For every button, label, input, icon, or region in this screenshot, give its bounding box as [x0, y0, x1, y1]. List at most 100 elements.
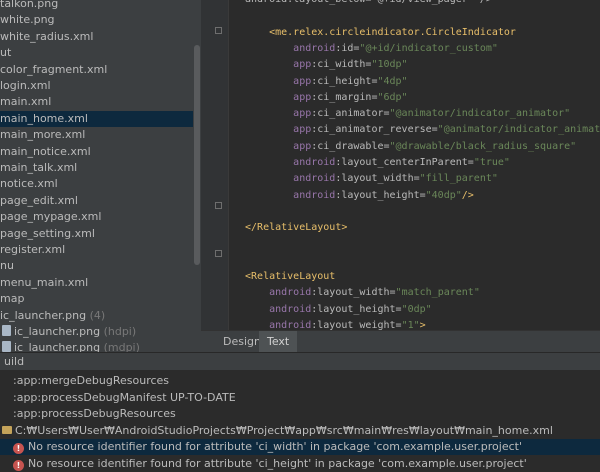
- build-output-text: :app:mergeDebugResources: [13, 374, 170, 387]
- tree-item-label: main_notice.xml: [0, 144, 91, 158]
- tree-item[interactable]: nu: [0, 258, 193, 274]
- tree-item-label: map: [0, 292, 25, 306]
- tree-item[interactable]: main_notice.xml: [0, 144, 193, 160]
- code-token-ns: app: [293, 140, 312, 152]
- tree-item[interactable]: white_radius.xml: [0, 29, 193, 45]
- tree-item[interactable]: talkon.png: [0, 0, 193, 12]
- tree-item[interactable]: page_mypage.xml: [0, 209, 193, 225]
- tree-item[interactable]: ut: [0, 45, 193, 61]
- fold-marker-icon[interactable]: [215, 27, 222, 34]
- code-token-val: "0dp": [401, 303, 432, 315]
- code-token-tag: RelativeLayout: [257, 222, 342, 234]
- code-token-ns: android: [293, 173, 336, 185]
- code-line[interactable]: app:ci_height="4dp": [245, 74, 408, 90]
- tree-item-label: page_mypage.xml: [0, 210, 102, 224]
- tree-item[interactable]: notice.xml: [0, 176, 193, 192]
- code-line[interactable]: android:layout_height="0dp": [245, 302, 432, 318]
- code-token-attr: :ci_margin=: [311, 91, 378, 103]
- tree-item[interactable]: main.xml: [0, 94, 193, 110]
- code-token-attr: :ci_width=: [311, 59, 372, 71]
- code-line[interactable]: android:layout_width="fill_parent": [245, 171, 498, 187]
- tree-item[interactable]: white.png: [0, 12, 193, 28]
- code-line[interactable]: <me.relex.circleindicator.CircleIndicato…: [245, 25, 516, 41]
- tree-item-label: ic_launcher.png: [14, 341, 101, 352]
- code-line[interactable]: app:ci_drawable="@drawable/black_radius_…: [245, 139, 576, 155]
- code-line[interactable]: android:id="@+id/indicator_custom": [245, 41, 498, 57]
- code-line[interactable]: android:layout_weight="1">: [245, 318, 426, 330]
- build-output-text: :app:processDebugResources: [13, 407, 176, 420]
- tree-item[interactable]: ic_launcher.png (4): [0, 308, 193, 324]
- code-line[interactable]: <RelativeLayout: [245, 269, 335, 285]
- code-token-ns: app: [293, 59, 312, 71]
- tree-item-label: main_talk.xml: [0, 161, 78, 174]
- scrollbar-thumb[interactable]: [194, 45, 200, 265]
- tab-text[interactable]: Text: [259, 331, 298, 352]
- build-output-text: C:₩Users₩User₩AndroidStudioProjects₩Proj…: [15, 423, 553, 437]
- build-output-task[interactable]: :app:processDebugResources: [0, 406, 600, 422]
- build-output-text: :app:processDebugManifest UP-TO-DATE: [13, 390, 236, 404]
- tree-item[interactable]: main_more.xml: [0, 127, 193, 143]
- tree-item-label: white.png: [0, 13, 55, 27]
- fold-marker-icon[interactable]: [215, 202, 222, 209]
- code-token-val: "10dp": [371, 59, 408, 71]
- tree-item[interactable]: main_home.xml: [0, 110, 193, 127]
- tree-item-label: register.xml: [0, 243, 66, 256]
- build-output-error[interactable]: ! No resource identifier found for attrib…: [0, 456, 600, 472]
- build-output-error[interactable]: ! No resource identifier found for attrib…: [0, 439, 600, 455]
- tree-item[interactable]: ic_launcher.png (hdpi): [0, 324, 193, 340]
- tree-item-label: ut: [0, 46, 12, 60]
- code-token-attr: :ci_animator_reverse=: [311, 124, 438, 136]
- code-token-val: "@animator/indicator_animator_reverse": [437, 124, 600, 136]
- code-token-val: "@+id/indicator_custom": [359, 42, 498, 54]
- tree-item[interactable]: page_edit.xml: [0, 193, 193, 209]
- tree-item-label: menu_main.xml: [0, 275, 89, 289]
- editor-mode-tabs: Design Text: [201, 330, 600, 352]
- tree-item[interactable]: color_fragment.xml: [0, 62, 193, 78]
- code-token-val: "1": [401, 320, 420, 330]
- build-output-task[interactable]: :app:processDebugManifest UP-TO-DATE: [0, 390, 600, 406]
- build-output-text: No resource identifier found for attribu…: [28, 456, 527, 470]
- code-token-punc: />: [461, 189, 474, 201]
- code-line[interactable]: android:layout_height="40dp"/>: [245, 188, 474, 204]
- code-token-ns: android: [293, 157, 336, 168]
- code-line[interactable]: android:layout_width="match_parent": [245, 285, 480, 301]
- code-token-ns: android: [269, 320, 312, 330]
- tree-item[interactable]: ic_launcher.png (mdpi): [0, 340, 193, 352]
- code-token-punc: >: [341, 222, 348, 234]
- code-token-attr: :layout_width=: [311, 287, 396, 299]
- tree-item[interactable]: page_setting.xml: [0, 226, 193, 242]
- tree-item-label: login.xml: [0, 79, 51, 92]
- fold-marker-icon[interactable]: [215, 250, 222, 257]
- code-token-ns: app: [293, 124, 312, 136]
- code-line[interactable]: android:layout_below="@+id/view_pager" /…: [245, 0, 492, 8]
- code-line[interactable]: app:ci_margin="6dp": [245, 90, 407, 106]
- code-line[interactable]: app:ci_animator_reverse="@animator/indic…: [245, 122, 600, 138]
- code-token-attr: :id=: [335, 42, 360, 54]
- build-output-task[interactable]: :app:mergeDebugResources: [0, 373, 600, 389]
- code-line[interactable]: app:ci_width="10dp": [245, 57, 408, 73]
- error-icon: !: [13, 443, 24, 454]
- code-token-ns: app: [293, 75, 312, 87]
- code-token-attr: :layout_height=: [335, 189, 426, 201]
- tree-item[interactable]: map: [0, 291, 193, 307]
- tree-item-label: main_more.xml: [0, 128, 86, 142]
- tree-item[interactable]: menu_main.xml: [0, 275, 193, 291]
- file-icon: [2, 425, 12, 434]
- code-line[interactable]: </RelativeLayout>: [245, 220, 347, 236]
- code-token-val: "true": [473, 157, 510, 168]
- build-output-path[interactable]: C:₩Users₩User₩AndroidStudioProjects₩Proj…: [0, 423, 600, 439]
- tree-item[interactable]: main_talk.xml: [0, 160, 193, 176]
- code-line[interactable]: android:layout_centerInParent="true": [245, 155, 510, 171]
- code-editor[interactable]: android:layout_below="@+id/view_pager" /…: [229, 0, 600, 330]
- code-token-val: "match_parent": [395, 287, 480, 299]
- code-line[interactable]: app:ci_animator="@animator/indicator_ani…: [245, 106, 570, 122]
- tree-item-label: page_edit.xml: [0, 193, 78, 207]
- project-tree-scrollbar[interactable]: [193, 0, 201, 352]
- code-token-attr: :layout_weight=: [311, 320, 402, 330]
- tree-item[interactable]: register.xml: [0, 242, 193, 258]
- code-token-attr: :ci_height=: [311, 75, 378, 87]
- tree-item-hint: (4): [86, 308, 106, 322]
- code-token-val: "4dp": [377, 75, 408, 87]
- tree-item-hint: (mdpi): [100, 341, 140, 352]
- tree-item[interactable]: login.xml: [0, 78, 193, 94]
